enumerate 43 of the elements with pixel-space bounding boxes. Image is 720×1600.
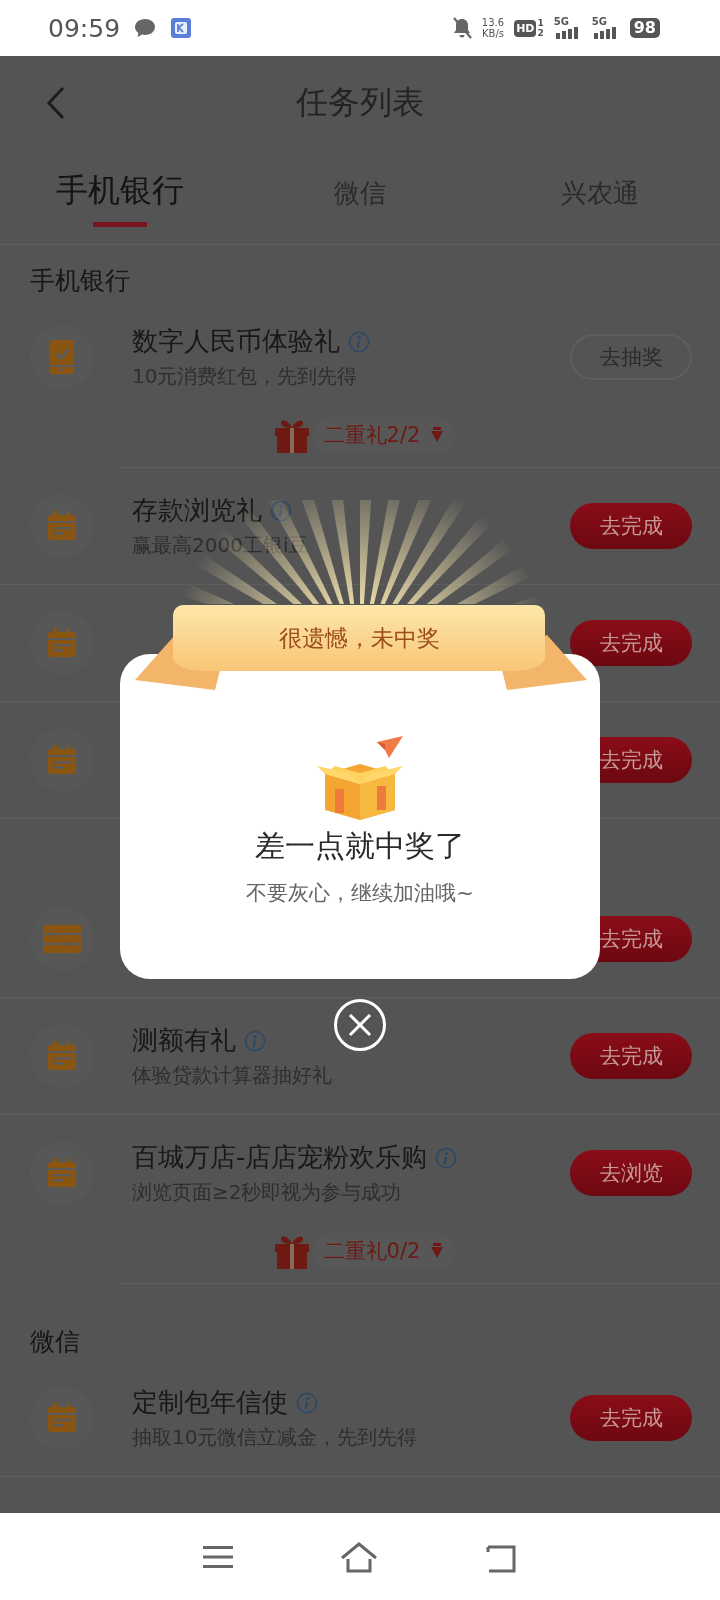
section-title: 手机银行 [29,265,131,297]
close-icon[interactable] [333,998,387,1052]
battery-level: 98 [629,18,660,38]
phone-icon [49,339,75,375]
clock-time: 09:59 [48,13,121,43]
dialog-title: 差一点就中奖了 [255,827,465,865]
abacus-icon [43,925,81,953]
task-title: 定制包年信使 [132,1386,288,1419]
task-button[interactable]: 去完成 [570,1033,692,1079]
calendar-icon [47,628,77,658]
task-title: 数字人民币体验礼 [132,325,340,358]
hd-badge: HD [514,19,537,37]
info-icon [296,1391,318,1414]
calendar-icon [47,1158,77,1188]
caret-icon [430,1243,445,1259]
calendar-icon [47,511,77,541]
dialog-message: 不要灰心，继续加油哦~ [246,880,474,907]
task-title: 百城万店-店店宠粉欢乐购 [132,1141,428,1174]
sim-index: 2 [537,28,544,38]
app-icon [170,17,193,39]
task-button[interactable]: 去浏览 [570,1150,692,1196]
speed-unit: KB/s [482,28,504,39]
task-button[interactable]: 去完成 [570,503,692,549]
calendar-icon [47,745,77,775]
info-icon [348,330,370,353]
network-speed: 13.6 [481,17,505,28]
caret-icon [430,427,445,443]
calendar-icon [47,1403,77,1433]
calendar-icon [47,1041,77,1071]
task-button[interactable]: 去完成 [570,1395,692,1441]
task-title: 存款浏览礼 [132,494,262,527]
task-button[interactable]: 去完成 [570,620,692,666]
network-type: 5G [553,17,569,27]
home-icon[interactable] [339,1540,379,1573]
mute-bell-icon [451,17,472,39]
section-title: 微信 [29,1326,81,1358]
sim-index: 1 [537,18,544,28]
task-title: 测额有礼 [132,1024,236,1057]
info-icon [435,1146,458,1169]
menu-icon[interactable] [202,1543,235,1570]
network-type: 5G [591,17,607,27]
info-icon [244,1029,266,1052]
chat-bubble-icon [134,18,157,38]
